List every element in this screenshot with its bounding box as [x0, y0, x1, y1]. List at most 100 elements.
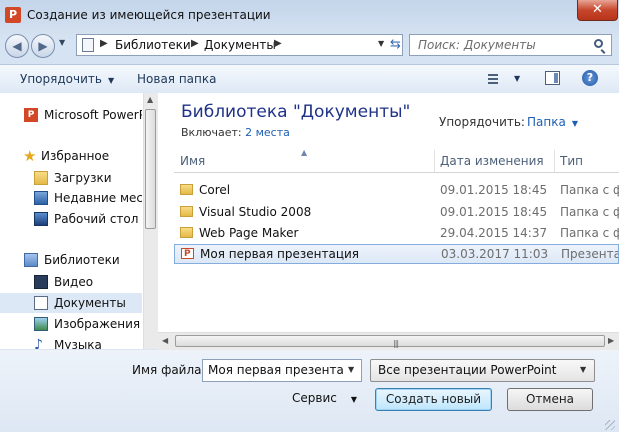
column-header-type[interactable]: Тип — [560, 154, 583, 168]
file-list-horizontal-scrollbar[interactable]: ◀ ||| ▶ — [158, 332, 619, 350]
arrange-by-dropdown[interactable]: Папка ▼ — [527, 115, 578, 129]
video-icon — [34, 275, 48, 289]
sort-ascending-icon: ▲ — [301, 148, 308, 157]
file-row[interactable]: Web Page Maker 29.04.2015 14:37 Папка с … — [174, 223, 619, 243]
grip-icon: ||| — [393, 339, 399, 348]
back-button[interactable]: ◀ — [5, 34, 29, 58]
libraries-icon — [24, 253, 38, 267]
nav-item-recent-places[interactable]: Недавние места — [0, 188, 142, 208]
nav-item-video[interactable]: Видео — [0, 272, 142, 292]
tools-button[interactable]: Сервис ▼ — [292, 391, 357, 405]
arrange-by-label: Упорядочить: — [439, 115, 525, 129]
nav-item-label: Видео — [54, 275, 94, 289]
column-divider[interactable] — [554, 150, 555, 172]
nav-item-label: Избранное — [41, 149, 110, 163]
help-icon[interactable]: ? — [582, 70, 598, 86]
nav-item-label: Документы — [54, 296, 126, 310]
column-header-date[interactable]: Дата изменения — [440, 154, 544, 168]
file-name: Visual Studio 2008 — [199, 205, 312, 219]
search-icon[interactable] — [594, 39, 603, 48]
nav-item-label: Microsoft PowerPoint — [44, 108, 142, 122]
nav-item-downloads[interactable]: Загрузки — [0, 168, 142, 188]
column-header-row: ▲ Имя Дата изменения Тип — [174, 148, 619, 173]
organize-dropdown-icon: ▼ — [107, 76, 115, 85]
organize-label: Упорядочить — [20, 72, 102, 86]
chevron-down-icon[interactable]: ▼ — [348, 365, 354, 374]
file-name: Corel — [199, 183, 231, 197]
nav-item-label: Музыка — [54, 338, 102, 349]
create-new-button[interactable]: Создать новый — [375, 388, 492, 411]
filetype-select[interactable]: Все презентации PowerPoint ▼ — [370, 359, 595, 382]
file-type: Папка с ф — [560, 183, 619, 197]
powerpoint-icon: P — [24, 108, 38, 122]
file-list-pane: Библиотека "Документы" Включает: 2 места… — [158, 93, 619, 349]
filename-field[interactable]: Моя первая презентация ▼ — [202, 359, 362, 382]
command-bar: Упорядочить ▼ Новая папка ▼ ? — [0, 64, 619, 94]
nav-item-label: Рабочий стол — [54, 212, 139, 226]
organize-button[interactable]: Упорядочить ▼ — [20, 72, 114, 86]
includes-locations-link[interactable]: 2 места — [245, 126, 290, 139]
folder-icon — [180, 184, 193, 195]
file-date: 29.04.2015 14:37 — [440, 226, 548, 240]
downloads-folder-icon — [34, 171, 48, 185]
scroll-left-icon[interactable]: ◀ — [162, 336, 168, 345]
preview-pane-icon[interactable] — [545, 71, 560, 85]
scroll-right-icon[interactable]: ▶ — [608, 336, 614, 345]
desktop-icon — [34, 212, 48, 226]
dialog-footer: Имя файла: Моя первая презентация ▼ Все … — [0, 350, 619, 432]
change-view-icon[interactable] — [488, 74, 498, 84]
nav-item-label: Недавние места — [54, 191, 142, 205]
column-header-name[interactable]: Имя — [180, 154, 205, 168]
file-type: Папка с ф — [560, 226, 619, 240]
address-bar[interactable]: ▶ Библиотеки ▶ Документы ▶ ▼ ⇆ — [76, 34, 403, 56]
chevron-right-icon[interactable]: ▶ — [274, 38, 282, 49]
nav-item-libraries[interactable]: Библиотеки — [0, 250, 142, 270]
nav-item-documents[interactable]: Документы — [0, 293, 142, 313]
nav-item-desktop[interactable]: Рабочий стол — [0, 209, 142, 229]
file-type: Папка с ф — [560, 205, 619, 219]
address-history-dropdown-icon[interactable]: ▼ — [378, 39, 384, 48]
file-name: Моя первая презентация — [200, 247, 360, 261]
view-options-dropdown-icon[interactable]: ▼ — [514, 74, 520, 83]
file-type: Презента — [561, 247, 619, 261]
nav-item-powerpoint[interactable]: P Microsoft PowerPoint — [0, 105, 142, 125]
file-dialog-window: P Создание из имеющейся презентации ✕ ◀ … — [0, 0, 619, 432]
nav-item-favorites[interactable]: ★ Избранное — [0, 146, 142, 166]
recent-places-icon — [34, 191, 48, 205]
nav-item-pictures[interactable]: Изображения — [0, 314, 142, 334]
includes-label: Включает: — [181, 126, 242, 139]
close-button[interactable]: ✕ — [577, 0, 618, 21]
chevron-down-icon: ▼ — [350, 395, 358, 404]
search-box[interactable]: Поиск: Документы — [409, 34, 612, 56]
file-row[interactable]: Visual Studio 2008 09.01.2015 18:45 Папк… — [174, 202, 619, 222]
file-row-selected[interactable]: Моя первая презентация 03.03.2017 11:03 … — [174, 244, 619, 264]
nav-item-music[interactable]: ♪ Музыка — [0, 335, 142, 349]
chevron-right-icon[interactable]: ▶ — [100, 38, 108, 49]
arrange-by-value: Папка — [527, 115, 566, 129]
scroll-up-icon[interactable]: ▲ — [147, 95, 153, 104]
search-input[interactable]: Поиск: Документы — [418, 38, 536, 52]
resize-grip-icon[interactable] — [605, 420, 615, 430]
breadcrumb-documents[interactable]: Документы — [204, 38, 276, 52]
chevron-down-icon: ▼ — [571, 119, 578, 128]
cancel-button[interactable]: Отмена — [507, 388, 593, 411]
tools-label: Сервис — [292, 391, 337, 405]
forward-button[interactable]: ▶ — [31, 34, 55, 58]
file-row[interactable]: Corel 09.01.2015 18:45 Папка с ф — [174, 180, 619, 200]
nav-item-label: Библиотеки — [44, 253, 120, 267]
chevron-right-icon[interactable]: ▶ — [191, 38, 199, 49]
scrollbar-thumb[interactable] — [145, 109, 156, 229]
breadcrumb-libraries[interactable]: Библиотеки — [115, 38, 191, 52]
folder-icon — [180, 227, 193, 238]
title-bar: P Создание из имеющейся презентации ✕ — [0, 0, 619, 30]
column-divider[interactable] — [434, 150, 435, 172]
filename-value[interactable]: Моя первая презентация — [208, 363, 343, 377]
window-title: Создание из имеющейся презентации — [27, 8, 271, 22]
nav-pane-scrollbar[interactable]: ▲ — [143, 93, 158, 349]
scrollbar-thumb[interactable]: ||| — [175, 335, 605, 348]
powerpoint-app-icon: P — [5, 7, 21, 23]
refresh-icon[interactable]: ⇆ — [390, 37, 401, 52]
new-folder-button[interactable]: Новая папка — [137, 72, 216, 86]
recent-pages-dropdown-icon[interactable]: ▼ — [59, 38, 65, 47]
file-date: 09.01.2015 18:45 — [440, 205, 548, 219]
